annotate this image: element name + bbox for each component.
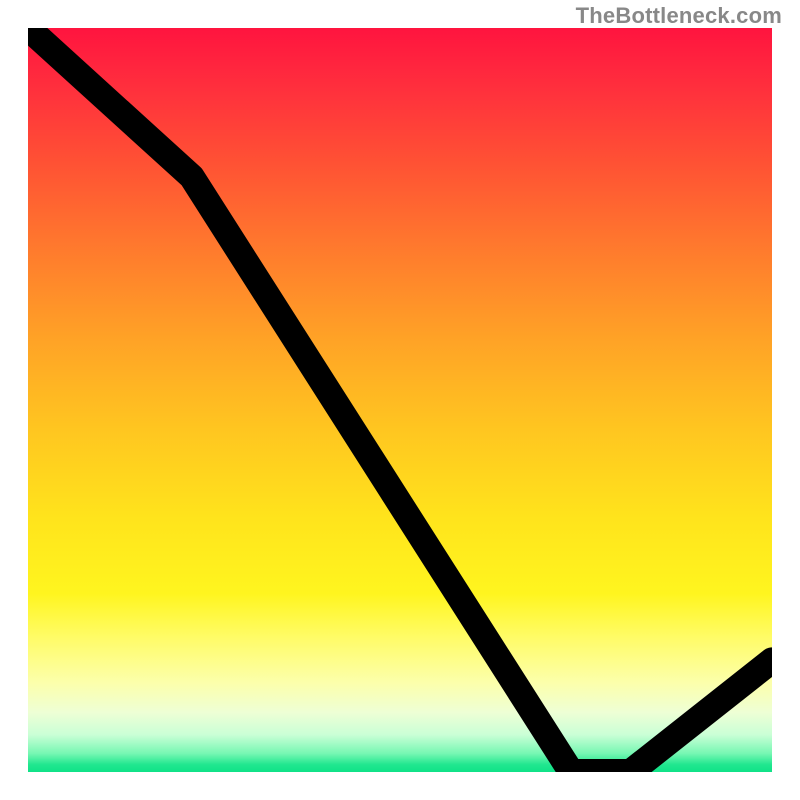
chart-container: TheBottleneck.com [0, 0, 800, 800]
attribution-label: TheBottleneck.com [576, 3, 782, 29]
bottleneck-curve [28, 28, 772, 772]
bottleneck-curve-path [28, 28, 772, 772]
plot-area [28, 28, 772, 772]
